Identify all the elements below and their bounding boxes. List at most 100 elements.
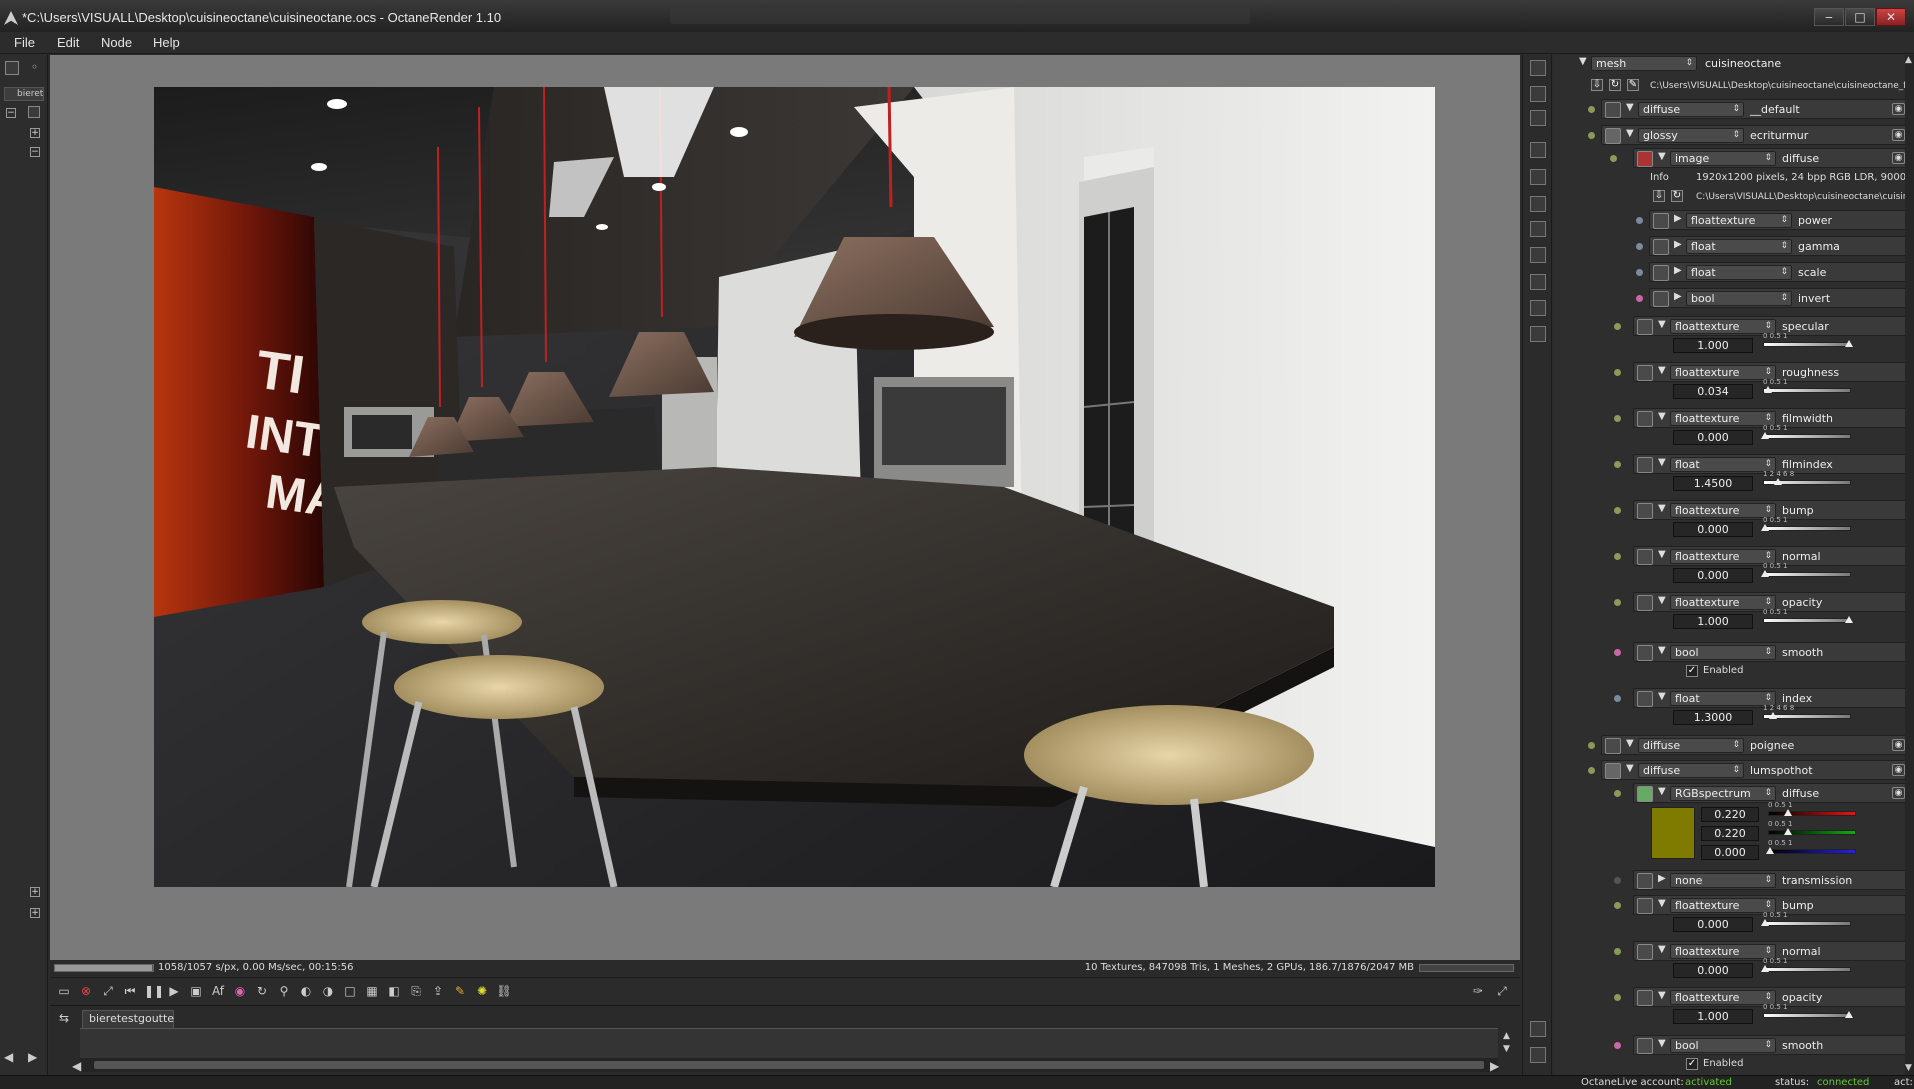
node-icon[interactable] bbox=[28, 106, 40, 118]
focus-icon[interactable]: Af bbox=[210, 983, 226, 999]
node-row-rgb[interactable]: ▼ RGBspectrum diffuse ◉ bbox=[1614, 783, 1910, 803]
param-slider[interactable]: 0 0.5 1 bbox=[1763, 1003, 1853, 1021]
node-pin[interactable] bbox=[1636, 217, 1643, 224]
pin-icon[interactable]: ◦ bbox=[31, 60, 38, 74]
slider-knob[interactable] bbox=[1784, 809, 1793, 816]
node-row-poignee[interactable]: ▼ diffuse poignee ◉ bbox=[1588, 735, 1910, 755]
copy-icon[interactable]: ⎘ bbox=[408, 983, 424, 999]
collapse-icon[interactable]: − bbox=[30, 147, 40, 157]
menu-file[interactable]: File bbox=[14, 35, 35, 50]
stop-icon[interactable]: ⊗ bbox=[78, 983, 94, 999]
node-type-select[interactable]: RGBspectrum bbox=[1670, 786, 1776, 801]
node-type-select[interactable]: bool bbox=[1670, 1038, 1776, 1053]
node-pin[interactable] bbox=[1636, 295, 1643, 302]
collapse-arrow-icon[interactable]: ▼ bbox=[1658, 691, 1666, 702]
node-pin[interactable] bbox=[1636, 243, 1643, 250]
expand-icon[interactable]: + bbox=[30, 128, 40, 138]
fullscreen-icon[interactable]: ⤢ bbox=[1494, 983, 1510, 999]
node-pin[interactable] bbox=[1610, 155, 1617, 162]
reload-icon[interactable]: ↻ bbox=[1671, 190, 1683, 202]
rgb-r-slider[interactable]: 0 0.5 1 bbox=[1768, 801, 1856, 819]
graph-icon[interactable]: ⇆ bbox=[56, 1010, 72, 1026]
node-type-select[interactable]: bool bbox=[1670, 645, 1776, 660]
node-pin[interactable] bbox=[1614, 461, 1621, 468]
node-type-select[interactable]: floattexture bbox=[1670, 944, 1776, 959]
expand-arrow-icon[interactable]: ▶ bbox=[1658, 873, 1666, 884]
save-render-icon[interactable]: ▭ bbox=[56, 983, 72, 999]
start-icon[interactable]: ▶ bbox=[166, 983, 182, 999]
scroll-right-icon[interactable]: ▶ bbox=[1490, 1059, 1499, 1073]
rgb-b-value[interactable]: 0.000 bbox=[1701, 845, 1759, 860]
node-pin[interactable] bbox=[1614, 507, 1621, 514]
view-split-icon[interactable]: ◧ bbox=[386, 983, 402, 999]
collapse-arrow-icon[interactable]: ▼ bbox=[1658, 503, 1666, 514]
node-type-select[interactable]: floattexture bbox=[1670, 411, 1776, 426]
node-row-image-param[interactable]: ▶ bool invert bbox=[1636, 288, 1910, 308]
node-row-glossy[interactable]: ▼ glossy ecriturmur ◉ bbox=[1588, 125, 1910, 145]
param-value[interactable]: 0.034 bbox=[1673, 384, 1753, 399]
node-type-select[interactable]: diffuse bbox=[1638, 102, 1744, 117]
light-picker-icon[interactable]: ✺ bbox=[474, 983, 490, 999]
node-row-image-param[interactable]: ▶ float scale bbox=[1636, 262, 1910, 282]
collapse-arrow-icon[interactable]: ▼ bbox=[1658, 1038, 1666, 1049]
wrench-icon[interactable] bbox=[1530, 1021, 1546, 1037]
collapse-arrow-icon[interactable]: ▼ bbox=[1658, 595, 1666, 606]
collapse-arrow-icon[interactable]: ▼ bbox=[1658, 786, 1666, 797]
scroll-left-icon[interactable]: ◀ bbox=[4, 1050, 13, 1064]
horizontal-scrollbar[interactable] bbox=[80, 1058, 1498, 1072]
pause-icon[interactable]: ❚❚ bbox=[144, 983, 164, 999]
restart-icon[interactable]: ⏮ bbox=[122, 983, 138, 999]
material-picker-icon[interactable]: ✎ bbox=[452, 983, 468, 999]
node-row-lumspothot[interactable]: ▼ diffuse lumspothot ◉ bbox=[1588, 760, 1910, 780]
kernel-icon[interactable] bbox=[1530, 221, 1546, 237]
node-type-select[interactable]: floattexture bbox=[1670, 898, 1776, 913]
node-type-select[interactable]: floattexture bbox=[1670, 319, 1776, 334]
collapse-arrow-icon[interactable]: ▼ bbox=[1626, 128, 1634, 139]
scroll-right-icon[interactable]: ▶ bbox=[28, 1050, 37, 1064]
scroll-left-icon[interactable]: ◀ bbox=[72, 1059, 81, 1073]
slider-knob[interactable] bbox=[1845, 340, 1853, 347]
param-slider[interactable]: 0 0.5 1 bbox=[1763, 378, 1851, 396]
slider-knob[interactable] bbox=[1774, 478, 1783, 485]
collapse-arrow-icon[interactable]: ▼ bbox=[1658, 457, 1666, 468]
reset-icon[interactable]: ⤢ bbox=[100, 983, 116, 999]
collapse-arrow-icon[interactable]: ▼ bbox=[1658, 645, 1666, 656]
camera-settings-icon[interactable] bbox=[1530, 169, 1546, 185]
reload-icon[interactable]: ↻ bbox=[1609, 79, 1621, 91]
material-icon[interactable] bbox=[1530, 326, 1546, 342]
node-pin[interactable] bbox=[1588, 132, 1595, 139]
graph-area[interactable] bbox=[80, 1028, 1498, 1058]
node-type-select[interactable]: float bbox=[1670, 457, 1776, 472]
slider-knob[interactable] bbox=[1769, 712, 1778, 719]
geometry-icon[interactable] bbox=[1530, 300, 1546, 316]
node-pin[interactable] bbox=[1614, 790, 1621, 797]
node-type-select[interactable]: float bbox=[1686, 265, 1792, 280]
param-value[interactable]: 0.000 bbox=[1673, 963, 1753, 978]
sun-icon[interactable] bbox=[1530, 274, 1546, 290]
node-type-select[interactable]: floattexture bbox=[1670, 549, 1776, 564]
scroll-up-icon[interactable]: ▲ bbox=[1905, 55, 1912, 65]
node-pin[interactable] bbox=[1614, 994, 1621, 1001]
node-row-image-param[interactable]: ▶ floattexture power bbox=[1636, 210, 1910, 230]
slider-knob[interactable] bbox=[1763, 386, 1772, 393]
node-pin[interactable] bbox=[1614, 323, 1621, 330]
menu-help[interactable]: Help bbox=[153, 35, 180, 50]
param-slider[interactable]: 0 0.5 1 bbox=[1763, 608, 1853, 626]
fullscreen-icon[interactable] bbox=[1530, 1047, 1546, 1063]
slider-knob[interactable] bbox=[1845, 616, 1853, 623]
node-row-smooth2[interactable]: ▼ bool smooth bbox=[1614, 1035, 1910, 1055]
node-type-select[interactable]: floattexture bbox=[1670, 365, 1776, 380]
node-type-select[interactable]: diffuse bbox=[1638, 763, 1744, 778]
collapse-arrow-icon[interactable]: ▼ bbox=[1658, 319, 1666, 330]
outliner-icon[interactable] bbox=[5, 61, 19, 75]
node-row-image[interactable]: ▼ image diffuse ◉ bbox=[1610, 148, 1910, 168]
expand-arrow-icon[interactable]: ▶ bbox=[1674, 291, 1682, 302]
color-picker-icon[interactable]: ◉ bbox=[232, 983, 248, 999]
node-type-select[interactable]: float bbox=[1686, 239, 1792, 254]
collapse-icon[interactable]: − bbox=[6, 108, 16, 118]
node-pin[interactable] bbox=[1614, 948, 1621, 955]
param-slider[interactable]: 0 0.5 1 bbox=[1761, 424, 1851, 442]
scroll-down-icon[interactable]: ▼ bbox=[1503, 1044, 1510, 1054]
slider-knob[interactable] bbox=[1761, 965, 1769, 972]
collapse-arrow-icon[interactable]: ▼ bbox=[1658, 411, 1666, 422]
